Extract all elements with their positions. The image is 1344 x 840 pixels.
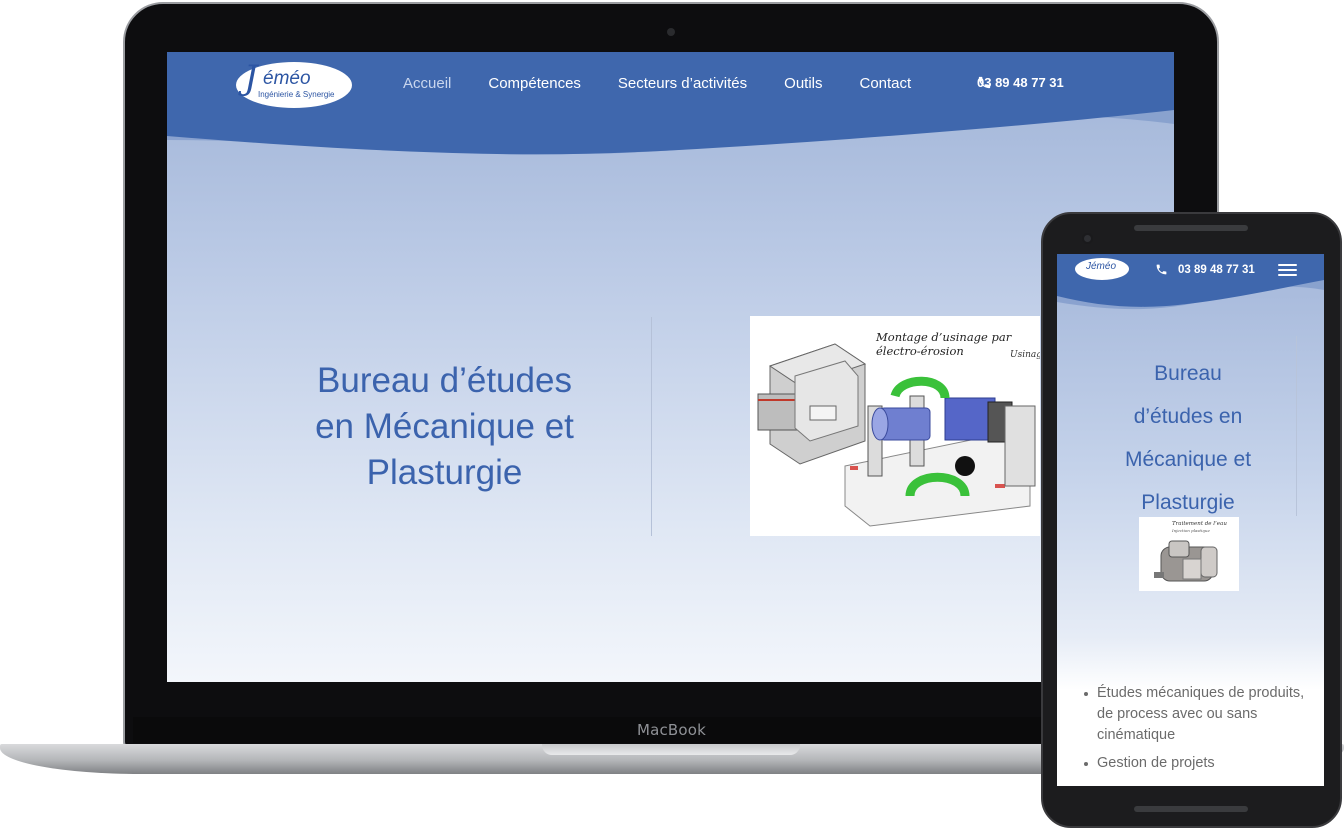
menu-icon[interactable] <box>1278 264 1297 276</box>
logo-initial: J <box>244 58 258 98</box>
mobile-services-list: Études mécaniques de produits, de proces… <box>1083 683 1313 781</box>
laptop-camera-icon <box>667 28 675 36</box>
mobile-title-line: Mécanique et <box>1124 448 1252 471</box>
mobile-image-caption: Traitement de l’eau <box>1172 521 1227 527</box>
nav-item-accueil[interactable]: Accueil <box>403 75 451 92</box>
hero-divider <box>651 317 652 536</box>
logo-name: éméo <box>263 68 311 89</box>
nav-item-secteurs[interactable]: Secteurs d’activités <box>618 75 747 92</box>
hero-title-line: en Mécanique et <box>315 407 574 446</box>
phone-icon <box>1156 264 1167 275</box>
logo-tagline: Ingénierie & Synergie <box>258 90 335 99</box>
list-item: Études mécaniques de produits, de proces… <box>1083 683 1313 746</box>
mobile-title-line: Bureau <box>1154 362 1222 385</box>
image-subcaption: Usinage <box>1010 350 1040 360</box>
company-logo[interactable]: J éméo Ingénierie & Synergie <box>236 58 352 108</box>
pump-illustration: Traitement de l’eau Injection plastique <box>1154 521 1227 582</box>
hero-title-line: Plasturgie <box>366 453 523 492</box>
mobile-image-subcaption: Injection plastique <box>1171 528 1210 533</box>
hero-title: Bureau d’études en Mécanique et Plasturg… <box>277 358 612 496</box>
header-phone-link[interactable]: 03 89 48 77 31 <box>977 75 1064 90</box>
desktop-header: J éméo Ingénierie & Synergie Accueil Com… <box>167 52 1174 212</box>
phone-speaker-top <box>1134 225 1248 231</box>
phone-speaker-bottom <box>1134 806 1248 812</box>
laptop-notch <box>542 744 800 755</box>
phone-icon <box>978 76 991 89</box>
nav-item-competences[interactable]: Compétences <box>488 75 581 92</box>
hero-title-line: Bureau d’études <box>317 361 572 400</box>
laptop-brand-label: MacBook <box>636 721 707 739</box>
mobile-logo-text: Jéméo <box>1086 261 1117 272</box>
mobile-slider-image[interactable]: Traitement de l’eau Injection plastique <box>1139 517 1239 591</box>
mobile-logo[interactable]: Jéméo <box>1075 258 1129 280</box>
mobile-divider <box>1296 336 1297 516</box>
mobile-phone-link[interactable]: 03 89 48 77 31 <box>1155 263 1255 276</box>
mobile-title-line: d’études en <box>1133 405 1243 428</box>
desktop-website-screen: J éméo Ingénierie & Synergie Accueil Com… <box>167 52 1174 682</box>
mobile-website-screen: Jéméo 03 89 48 77 31 Bureau d’études en … <box>1057 254 1324 786</box>
mobile-phone-number: 03 89 48 77 31 <box>1178 263 1255 276</box>
nav-item-contact[interactable]: Contact <box>860 75 912 92</box>
nav-item-outils[interactable]: Outils <box>784 75 822 92</box>
mobile-hero-title: Bureau d’études en Mécanique et Plasturg… <box>1095 352 1281 524</box>
phone-camera-icon <box>1082 233 1093 244</box>
hero-slider-image[interactable]: Montage d’usinage par électro-érosion Us… <box>750 316 1040 536</box>
main-nav: Accueil Compétences Secteurs d’activités… <box>403 75 911 92</box>
list-item: Gestion de projets <box>1083 753 1313 774</box>
